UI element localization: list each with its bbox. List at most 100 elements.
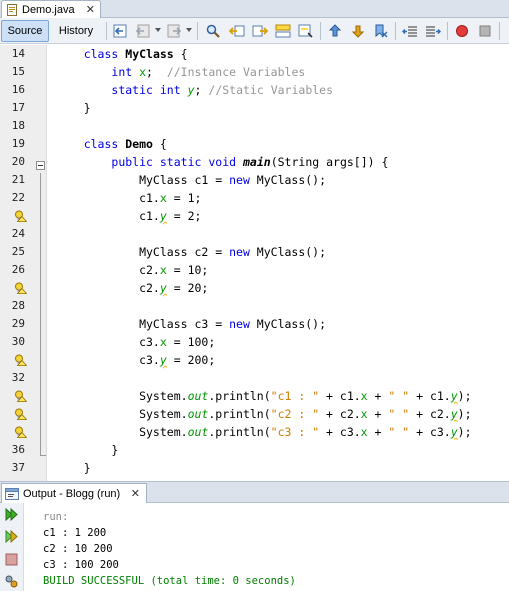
code-line[interactable]: 21 MyClass c1 = new MyClass(); bbox=[0, 171, 509, 189]
code-text: MyClass c1 = new MyClass(); bbox=[56, 171, 326, 189]
find-previous-icon[interactable] bbox=[228, 22, 246, 40]
code-line[interactable]: c2.y = 20; bbox=[0, 279, 509, 297]
code-token: + c1. bbox=[319, 389, 361, 403]
tab-demo-java[interactable]: Demo.java ✕ bbox=[1, 0, 101, 18]
code-token: y bbox=[187, 83, 195, 97]
find-next-icon[interactable] bbox=[251, 22, 269, 40]
code-text: class Demo { bbox=[56, 135, 167, 153]
start-macro-icon[interactable] bbox=[453, 22, 471, 40]
find-icon[interactable] bbox=[204, 22, 222, 40]
code-line[interactable]: 28 bbox=[0, 297, 509, 315]
code-text: c1.y = 2; bbox=[56, 207, 201, 225]
code-token: "c3 : " bbox=[270, 425, 320, 439]
code-line[interactable]: 30 c3.x = 100; bbox=[0, 333, 509, 351]
code-line[interactable]: 16 static int y; //Static Variables bbox=[0, 81, 509, 99]
forward-icon[interactable] bbox=[165, 22, 183, 40]
code-token: c3. bbox=[56, 335, 160, 349]
output-panel[interactable]: run: c1 : 1 200 c2 : 10 200 c3 : 100 200 BUI… bbox=[0, 503, 509, 591]
code-token: MyClass(); bbox=[249, 317, 327, 331]
settings-icon[interactable] bbox=[3, 573, 20, 590]
hint-bulb-icon[interactable] bbox=[14, 354, 27, 366]
hint-bulb-icon[interactable] bbox=[14, 390, 27, 402]
toggle-highlight-icon[interactable] bbox=[297, 22, 315, 40]
tab-source[interactable]: Source bbox=[1, 20, 49, 42]
code-line[interactable]: 26 c2.x = 10; bbox=[0, 261, 509, 279]
code-text: } bbox=[56, 99, 91, 117]
hint-bulb-icon[interactable] bbox=[14, 282, 27, 294]
shift-right-icon[interactable] bbox=[424, 22, 442, 40]
code-line[interactable]: 14 class MyClass { bbox=[0, 45, 509, 63]
toggle-bookmark-icon[interactable] bbox=[372, 22, 390, 40]
code-token: x bbox=[159, 191, 167, 205]
find-selection-icon[interactable] bbox=[274, 22, 292, 40]
code-text: c1.x = 1; bbox=[56, 189, 201, 207]
close-icon[interactable]: ✕ bbox=[131, 487, 140, 500]
close-icon[interactable]: ✕ bbox=[86, 3, 95, 16]
stop-icon[interactable] bbox=[3, 551, 20, 568]
code-token: main bbox=[243, 155, 271, 169]
code-token: + c3. bbox=[319, 425, 361, 439]
code-token: c1. bbox=[56, 191, 160, 205]
code-token: y bbox=[450, 425, 458, 439]
rerun-icon[interactable] bbox=[3, 506, 20, 523]
build-status-line: BUILD SUCCESSFUL (total time: 0 seconds) bbox=[43, 575, 296, 587]
line-number: 14 bbox=[11, 47, 25, 60]
code-token: { bbox=[152, 137, 167, 151]
stop-macro-icon[interactable] bbox=[476, 22, 494, 40]
code-token: .println( bbox=[208, 407, 271, 421]
code-line[interactable]: 32 bbox=[0, 369, 509, 387]
toolbar-separator bbox=[499, 22, 500, 40]
code-token: y bbox=[450, 389, 458, 403]
code-line[interactable]: c3.y = 200; bbox=[0, 351, 509, 369]
code-line[interactable]: 25 MyClass c2 = new MyClass(); bbox=[0, 243, 509, 261]
code-line[interactable]: 24 bbox=[0, 225, 509, 243]
code-line[interactable]: System.out.println("c1 : " + c1.x + " " … bbox=[0, 387, 509, 405]
line-number: 30 bbox=[11, 335, 25, 348]
chevron-down-icon[interactable] bbox=[186, 28, 192, 32]
hint-bulb-icon[interactable] bbox=[14, 408, 27, 420]
code-line[interactable]: c1.y = 2; bbox=[0, 207, 509, 225]
chevron-down-icon[interactable] bbox=[155, 28, 161, 32]
code-line[interactable]: 20 public static void main(String args[]… bbox=[0, 153, 509, 171]
output-line: run: bbox=[43, 511, 69, 523]
code-line[interactable]: 18 bbox=[0, 117, 509, 135]
code-text: } bbox=[56, 459, 91, 477]
shift-left-icon[interactable] bbox=[401, 22, 419, 40]
back-icon[interactable] bbox=[134, 22, 152, 40]
previous-bookmark-icon[interactable] bbox=[326, 22, 344, 40]
code-token: = 1; bbox=[166, 191, 202, 205]
code-line[interactable]: System.out.println("c3 : " + c3.x + " " … bbox=[0, 423, 509, 441]
code-line[interactable]: System.out.println("c2 : " + c2.x + " " … bbox=[0, 405, 509, 423]
next-bookmark-icon[interactable] bbox=[349, 22, 367, 40]
hint-bulb-icon[interactable] bbox=[14, 426, 27, 438]
code-editor[interactable]: 14 class MyClass {15 int x; //Instance V… bbox=[0, 45, 509, 481]
code-text: } bbox=[56, 441, 118, 459]
code-line[interactable]: 36 } bbox=[0, 441, 509, 459]
tab-label: Demo.java bbox=[22, 3, 75, 16]
code-line[interactable]: 17 } bbox=[0, 99, 509, 117]
line-number: 22 bbox=[11, 191, 25, 204]
line-number: 36 bbox=[11, 443, 25, 456]
code-token: MyClass bbox=[125, 47, 174, 61]
code-line[interactable]: 15 int x; //Instance Variables bbox=[0, 63, 509, 81]
code-line[interactable]: 19 class Demo { bbox=[0, 135, 509, 153]
code-token: ); bbox=[457, 389, 472, 403]
last-edit-icon[interactable] bbox=[111, 22, 129, 40]
hint-bulb-icon[interactable] bbox=[14, 210, 27, 222]
line-number: 15 bbox=[11, 65, 25, 78]
tab-output[interactable]: Output - Blogg (run) ✕ bbox=[1, 483, 147, 503]
code-token: "c1 : " bbox=[270, 389, 320, 403]
line-number: 26 bbox=[11, 263, 25, 276]
code-token: = 20; bbox=[166, 281, 209, 295]
code-line[interactable]: 22 c1.x = 1; bbox=[0, 189, 509, 207]
rerun-with-params-icon[interactable] bbox=[3, 528, 20, 545]
tab-history[interactable]: History bbox=[52, 20, 100, 42]
line-number: 17 bbox=[11, 101, 25, 114]
code-line[interactable]: 37 } bbox=[0, 459, 509, 477]
code-token: " " bbox=[388, 407, 410, 421]
code-line[interactable]: 29 MyClass c3 = new MyClass(); bbox=[0, 315, 509, 333]
